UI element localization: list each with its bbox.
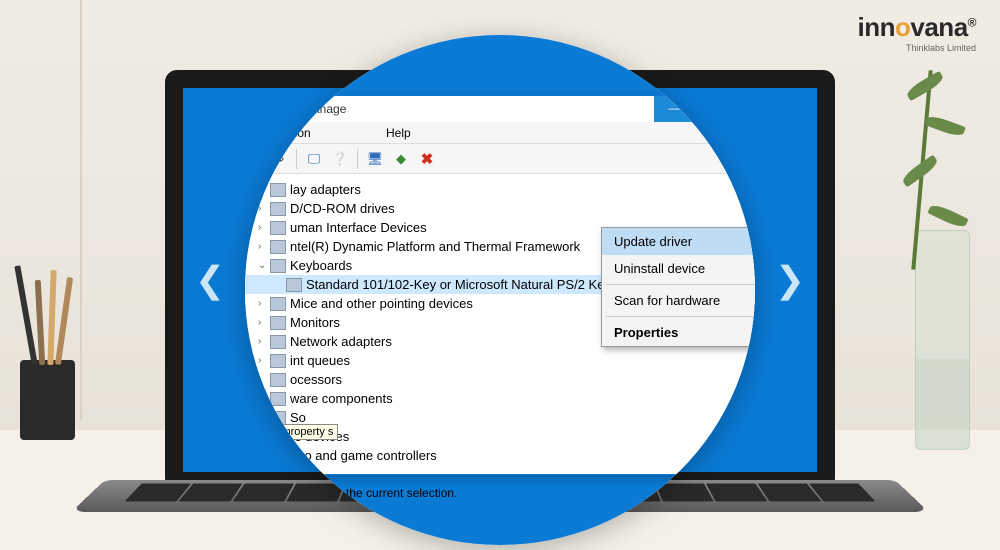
- tree-label: int queues: [290, 353, 350, 368]
- tree-label: D/CD-ROM drives: [290, 201, 395, 216]
- tree-label: ware components: [290, 391, 393, 406]
- brand-logo: innovana® Thinklabs Limited: [858, 12, 977, 53]
- menu-help[interactable]: Help: [386, 126, 411, 140]
- device-icon: [270, 449, 286, 463]
- carousel-left-icon[interactable]: ❮: [195, 259, 225, 301]
- pencil-cup: [20, 360, 75, 440]
- tree-label: ntel(R) Dynamic Platform and Thermal Fra…: [290, 239, 580, 254]
- properties-icon[interactable]: 🖵: [303, 148, 325, 170]
- minimize-button[interactable]: —: [654, 96, 694, 122]
- menu-action[interactable]: Action: [277, 126, 310, 140]
- registered-icon: ®: [968, 15, 976, 29]
- status-text: the current selection.: [346, 486, 457, 500]
- device-icon: [270, 240, 286, 254]
- toolbar: ⇦ ⇨ 🖵 ❔ 🖥 ◆ ✖: [245, 144, 755, 174]
- device-icon: [270, 221, 286, 235]
- device-icon: [270, 335, 286, 349]
- tree-item-dvd-cdrom[interactable]: ›D/CD-ROM drives: [245, 199, 755, 218]
- device-icon: [270, 392, 286, 406]
- brand-text: vana: [910, 12, 967, 42]
- close-button[interactable]: ✕: [734, 96, 755, 122]
- context-separator: [606, 316, 755, 317]
- tree-label: deo and game controllers: [290, 448, 437, 463]
- tree-item-display-adapters[interactable]: ›lay adapters: [245, 180, 755, 199]
- brand-tagline: Thinklabs Limited: [858, 43, 977, 53]
- toolbar-separator: [296, 149, 297, 169]
- context-update-driver[interactable]: Update driver: [602, 228, 755, 255]
- keyboard-icon: [286, 278, 302, 292]
- tree-label: Network adapters: [290, 334, 392, 349]
- carousel-right-icon[interactable]: ❯: [775, 259, 805, 301]
- device-icon: [270, 373, 286, 387]
- brand-o: o: [895, 12, 910, 42]
- device-icon: [270, 411, 286, 425]
- help-icon[interactable]: ❔: [329, 148, 351, 170]
- tree-label: So: [290, 410, 306, 425]
- tree-label: Mice and other pointing devices: [290, 296, 473, 311]
- tree-item-processors[interactable]: ›ocessors: [245, 370, 755, 389]
- enable-icon[interactable]: ◆: [390, 148, 412, 170]
- wall-divider: [80, 0, 82, 420]
- back-button[interactable]: ⇦: [245, 148, 264, 170]
- context-uninstall-device[interactable]: Uninstall device: [602, 255, 755, 282]
- tree-item-sound-video[interactable]: ›deo and game controllers: [245, 446, 755, 465]
- magnifier-circle: ⚙ Device Manage — ☐ ✕ File Action Help ⇦…: [245, 35, 755, 545]
- maximize-button[interactable]: ☐: [694, 96, 734, 122]
- window-titlebar[interactable]: ⚙ Device Manage — ☐ ✕: [245, 96, 755, 122]
- tree-item-software-components[interactable]: ›ware components: [245, 389, 755, 408]
- device-icon: [270, 202, 286, 216]
- keyboard-icon: [270, 259, 286, 273]
- brand-text: inn: [858, 12, 896, 42]
- window-title: Device Manage: [263, 102, 346, 116]
- tree-label: uman Interface Devices: [290, 220, 427, 235]
- tree-label: Keyboards: [290, 258, 352, 273]
- context-scan-hardware[interactable]: Scan for hardware: [602, 287, 755, 314]
- context-separator: [606, 284, 755, 285]
- tree-label: Monitors: [290, 315, 340, 330]
- device-icon: [270, 316, 286, 330]
- menu-file[interactable]: File: [245, 126, 263, 140]
- device-icon: [270, 354, 286, 368]
- context-properties[interactable]: Properties: [602, 319, 755, 346]
- device-icon: [270, 183, 286, 197]
- disable-icon[interactable]: ✖: [416, 148, 438, 170]
- tree-label: lay adapters: [290, 182, 361, 197]
- plant: [890, 70, 970, 270]
- tree-label: ocessors: [290, 372, 342, 387]
- scan-icon[interactable]: 🖥: [364, 148, 386, 170]
- menu-bar: File Action Help: [245, 122, 755, 144]
- device-icon: [270, 297, 286, 311]
- tree-item-print-queues[interactable]: ›int queues: [245, 351, 755, 370]
- forward-button[interactable]: ⇨: [268, 148, 290, 170]
- app-icon: ⚙: [245, 102, 257, 117]
- context-menu: Update driver Uninstall device Scan for …: [601, 227, 755, 347]
- toolbar-separator: [357, 149, 358, 169]
- status-tooltip: Opens property s: [245, 424, 338, 440]
- pencils: [15, 255, 80, 365]
